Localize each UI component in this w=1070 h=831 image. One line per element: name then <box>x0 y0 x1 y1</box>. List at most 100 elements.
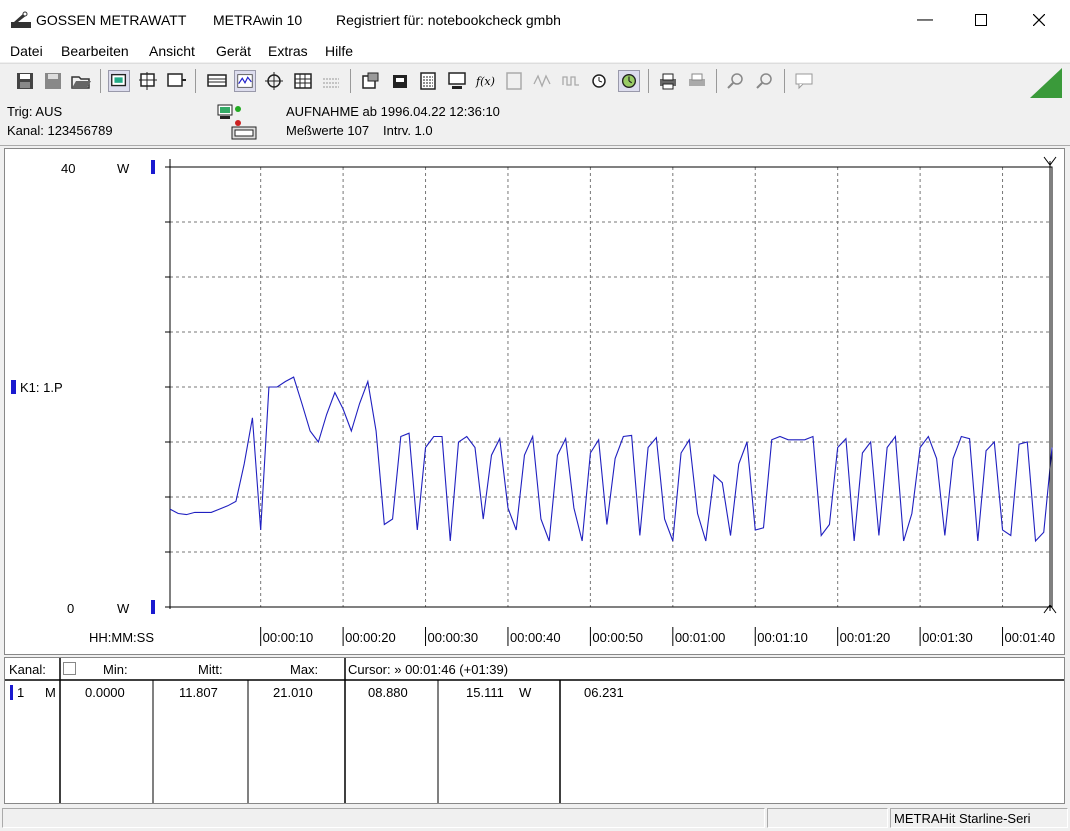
save-icon[interactable] <box>14 70 36 92</box>
device-connect-icon[interactable] <box>389 70 411 92</box>
status-pane-main <box>2 808 765 828</box>
toolbar-separator <box>648 69 649 93</box>
trigger-status: Trig: AUS <box>7 104 63 119</box>
cursor-value-2: 15.111 <box>466 685 504 700</box>
timer-icon[interactable] <box>589 70 611 92</box>
y-min-label: 0 <box>67 601 74 616</box>
print-preview-icon[interactable] <box>686 70 708 92</box>
min-value: 0.0000 <box>85 685 125 700</box>
clock-trigger-icon[interactable] <box>618 70 640 92</box>
channel-status: Kanal: 123456789 <box>7 123 113 138</box>
close-button[interactable] <box>1010 0 1068 40</box>
x-tick-label: 00:00:40 <box>510 630 561 645</box>
device-disabled-icon[interactable] <box>503 70 525 92</box>
svg-text:f(x): f(x) <box>475 75 495 88</box>
cursor-header: Cursor: » 00:01:46 (+01:39) <box>348 662 509 677</box>
status-triangle-icon <box>1030 68 1062 98</box>
measurement-count: Meßwerte 107 <box>286 123 370 138</box>
close-icon <box>1033 14 1045 26</box>
line-chart[interactable]: 40 W 0 W K1: 1.P HH:MM:SS 00:00:10 00:00:… <box>5 149 1064 654</box>
recording-start: AUFNAHME ab 1996.04.22 12:36:10 <box>286 104 500 119</box>
toolbar-separator <box>716 69 717 93</box>
status-pane-2 <box>767 808 888 828</box>
monitor-view-icon[interactable] <box>108 70 130 92</box>
x-tick-label: 00:01:40 <box>1005 630 1056 645</box>
status-bar: METRAHit Starline-Seri <box>0 805 1070 831</box>
graph-view-icon[interactable] <box>234 70 256 92</box>
y-axis-ticks <box>165 166 170 608</box>
menu-ansicht[interactable]: Ansicht <box>149 43 195 59</box>
interval-value: Intrv. 1.0 <box>383 123 433 138</box>
row-channel-mode: M <box>45 685 56 700</box>
info-bar: Trig: AUS Kanal: 123456789 AUFNAHME ab 1… <box>0 99 1070 146</box>
x-tick-label: 00:00:30 <box>428 630 479 645</box>
mitt-header: Mitt: <box>198 662 223 677</box>
statistics-icon[interactable] <box>320 70 342 92</box>
display-mode-icon[interactable] <box>165 70 187 92</box>
data-grid-icon[interactable] <box>292 70 314 92</box>
app-logo-icon <box>11 11 31 28</box>
statistics-grid-lines <box>5 658 1064 803</box>
maximize-icon <box>975 14 987 26</box>
open-folder-icon[interactable] <box>70 70 92 92</box>
app-name: METRAwin 10 <box>213 12 303 28</box>
plot-panel[interactable]: 40 W 0 W K1: 1.P HH:MM:SS 00:00:10 00:00:… <box>4 148 1065 655</box>
max-header: Max: <box>290 662 319 677</box>
formula-icon[interactable]: f(x) <box>474 70 496 92</box>
status-device: METRAHit Starline-Seri <box>890 808 1068 828</box>
measurement-mode-icon[interactable] <box>137 70 159 92</box>
y-max-marker[interactable] <box>151 160 155 174</box>
crosshair-cursor-icon[interactable] <box>263 70 285 92</box>
y-min-marker[interactable] <box>151 600 155 614</box>
maximize-button[interactable] <box>952 0 1010 40</box>
y-max-unit: W <box>117 161 130 176</box>
menu-hilfe[interactable]: Hilfe <box>325 43 353 59</box>
toolbar-separator <box>350 69 351 93</box>
menu-bar: Datei Bearbeiten Ansicht Gerät Extras Hi… <box>0 40 1070 62</box>
select-all-checkbox[interactable] <box>63 662 76 675</box>
device-connection-icon <box>217 104 257 140</box>
zoom-in-icon[interactable] <box>725 70 747 92</box>
menu-extras[interactable]: Extras <box>268 43 308 59</box>
waveform-disabled-icon[interactable] <box>532 70 554 92</box>
menu-geraet[interactable]: Gerät <box>216 43 251 59</box>
toolbar-separator <box>784 69 785 93</box>
menu-bearbeiten[interactable]: Bearbeiten <box>61 43 129 59</box>
menu-datei[interactable]: Datei <box>10 43 43 59</box>
minimize-button[interactable]: — <box>896 0 954 40</box>
registration-text: Registriert für: notebookcheck gmbh <box>336 12 561 28</box>
x-tick-label: 00:01:20 <box>840 630 891 645</box>
brand-name: GOSSEN METRAWATT <box>36 12 187 28</box>
print-icon[interactable] <box>657 70 679 92</box>
x-tick-label: 00:00:50 <box>592 630 643 645</box>
toolbar-separator <box>195 69 196 93</box>
row-channel-number[interactable]: 1 <box>17 685 24 700</box>
y-min-unit: W <box>117 601 130 616</box>
channel-marker[interactable] <box>11 380 16 394</box>
zoom-out-icon[interactable] <box>754 70 776 92</box>
chart-grid <box>170 167 1052 607</box>
table-view-icon[interactable] <box>206 70 228 92</box>
computer-icon[interactable] <box>446 70 468 92</box>
channel-list-icon[interactable] <box>417 70 439 92</box>
signal-disabled-icon[interactable] <box>560 70 582 92</box>
x-tick-label: 00:01:30 <box>922 630 973 645</box>
channel-label: K1: 1.P <box>20 380 63 395</box>
x-axis-ticks: 00:00:10 00:00:20 00:00:30 00:00:40 00:00:50… <box>260 627 1056 646</box>
title-bar: GOSSEN METRAWATT METRAwin 10 Registriert… <box>0 0 1070 40</box>
min-header: Min: <box>103 662 128 677</box>
y-max-label: 40 <box>61 161 75 176</box>
x-tick-label: 00:00:20 <box>345 630 396 645</box>
x-tick-label: 00:00:10 <box>263 630 314 645</box>
save-as-icon[interactable] <box>42 70 64 92</box>
x-tick-label: 00:01:10 <box>757 630 808 645</box>
toolbar-separator <box>100 69 101 93</box>
kanal-header: Kanal: <box>9 662 46 677</box>
device-settings-icon[interactable] <box>360 70 382 92</box>
statistics-panel: Kanal: Min: Mitt: Max: Cursor: » 00:01:4… <box>4 657 1065 804</box>
toolbar: f(x) <box>0 63 1070 100</box>
time-format-label: HH:MM:SS <box>89 630 154 645</box>
help-comment-icon[interactable] <box>793 70 815 92</box>
cursor-unit: W <box>519 685 532 700</box>
minimize-icon: — <box>917 11 933 28</box>
